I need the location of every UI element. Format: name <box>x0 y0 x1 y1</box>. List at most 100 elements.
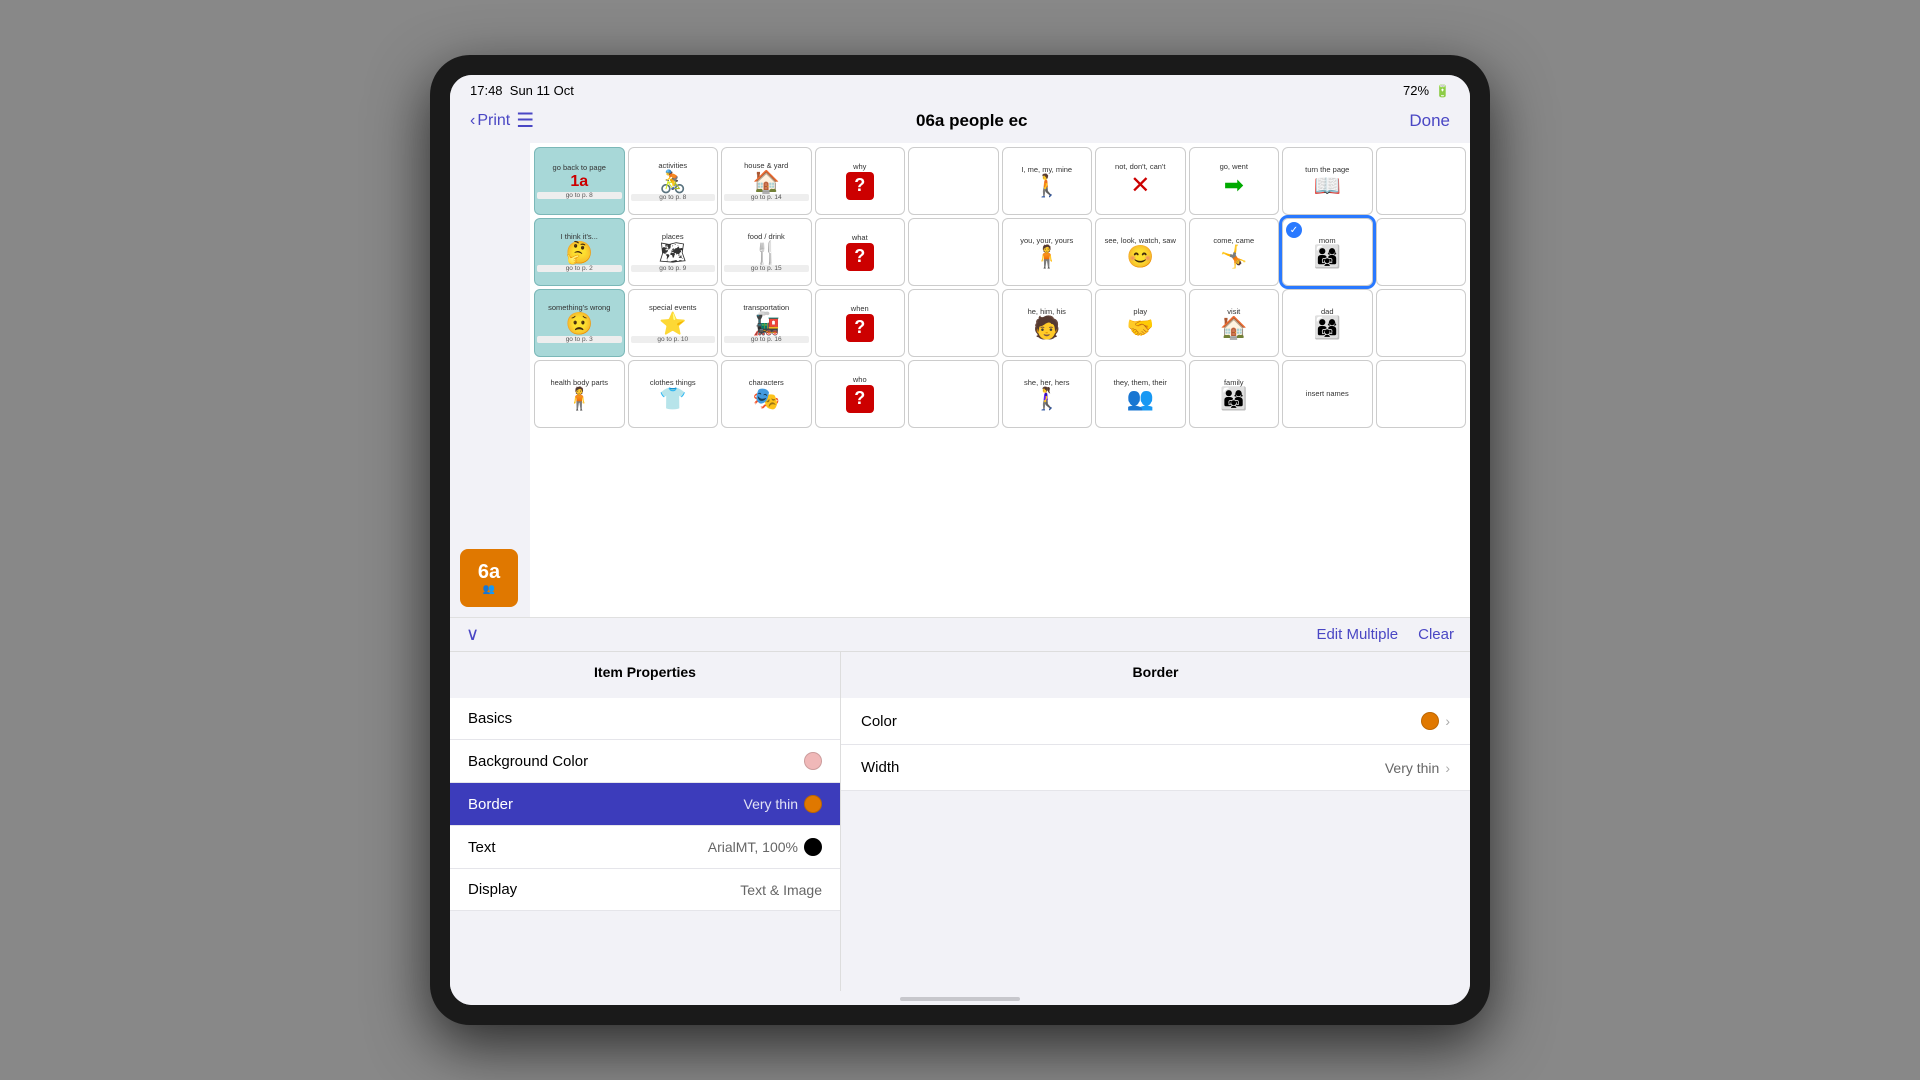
table-row[interactable]: what ? <box>815 218 906 286</box>
prop-background-color[interactable]: Background Color <box>450 740 840 783</box>
table-row[interactable]: come, came 🤸 <box>1189 218 1280 286</box>
prop-border-value: Very thin <box>744 795 822 813</box>
table-row[interactable]: he, him, his 🧑 <box>1002 289 1093 357</box>
table-row[interactable] <box>1376 289 1467 357</box>
battery-label: 72% <box>1403 83 1429 98</box>
tablet-screen: 17:48 Sun 11 Oct 72% 🔋 ‹ Print ☰ 06a peo… <box>450 75 1470 1005</box>
table-row[interactable] <box>908 218 999 286</box>
prop-display-value: Text & Image <box>740 882 822 898</box>
prop-basics[interactable]: Basics <box>450 698 840 740</box>
table-row[interactable]: why ? <box>815 147 906 215</box>
item-properties-panel: Item Properties Basics Background Color <box>450 652 840 991</box>
prop-display[interactable]: Display Text & Image <box>450 869 840 911</box>
prop-text-label: Text <box>468 839 496 856</box>
prop-text-value: ArialMT, 100% <box>708 838 822 856</box>
border-color-value: › <box>1421 712 1450 730</box>
table-row[interactable]: special events ⭐ go to p. 10 <box>628 289 719 357</box>
table-row[interactable]: places 🗺 go to p. 9 <box>628 218 719 286</box>
nav-bar: ‹ Print ☰ 06a people ec Done <box>450 102 1470 143</box>
table-row[interactable] <box>1376 218 1467 286</box>
status-right: 72% 🔋 <box>1403 83 1450 98</box>
table-row[interactable] <box>1376 147 1467 215</box>
border-color-label: Color <box>861 713 897 730</box>
prop-border-label: Border <box>468 796 513 813</box>
battery-icon: 🔋 <box>1435 84 1450 98</box>
table-row[interactable]: characters 🎭 <box>721 360 812 428</box>
toolbar-right: Edit Multiple Clear <box>1316 626 1454 643</box>
table-row[interactable] <box>1376 360 1467 428</box>
prop-text[interactable]: Text ArialMT, 100% <box>450 826 840 869</box>
main-content: 6a 👥 go back to page 1a go to p. 8 activ… <box>450 143 1470 1005</box>
grid-area: 6a 👥 go back to page 1a go to p. 8 activ… <box>450 143 1470 617</box>
bg-color-dot <box>804 752 822 770</box>
table-row[interactable]: play 🤝 <box>1095 289 1186 357</box>
table-row[interactable]: transportation 🚂 go to p. 16 <box>721 289 812 357</box>
table-row[interactable]: see, look, watch, saw 😊 <box>1095 218 1186 286</box>
table-row[interactable] <box>908 360 999 428</box>
collapse-button[interactable]: ∨ <box>466 624 479 645</box>
status-time: 17:48 Sun 11 Oct <box>470 83 574 98</box>
cell-6a-sub-icon: 👥 <box>483 584 495 595</box>
menu-button[interactable]: ☰ <box>516 108 534 133</box>
border-panel: Border Color › Width Very thin › <box>841 652 1470 991</box>
table-row[interactable]: when ? <box>815 289 906 357</box>
table-row[interactable] <box>908 147 999 215</box>
table-row[interactable]: food / drink 🍴 go to p. 15 <box>721 218 812 286</box>
prop-bg-value <box>804 752 822 770</box>
table-row[interactable]: they, them, their 👥 <box>1095 360 1186 428</box>
status-bar: 17:48 Sun 11 Oct 72% 🔋 <box>450 75 1470 102</box>
edit-multiple-button[interactable]: Edit Multiple <box>1316 626 1398 643</box>
scroll-indicator <box>450 991 1470 1005</box>
item-properties-title: Item Properties <box>450 652 840 688</box>
chevron-left-icon: ‹ <box>470 112 475 130</box>
table-row[interactable]: visit 🏠 <box>1189 289 1280 357</box>
toolbar-bar: ∨ Edit Multiple Clear <box>450 617 1470 651</box>
table-row[interactable]: go back to page 1a go to p. 8 <box>534 147 625 215</box>
table-row[interactable]: something's wrong 😟 go to p. 3 <box>534 289 625 357</box>
border-width-label: Width <box>861 759 899 776</box>
border-panel-title: Border <box>841 652 1470 688</box>
prop-border[interactable]: Border Very thin <box>450 783 840 826</box>
table-row[interactable]: health body parts 🧍 <box>534 360 625 428</box>
table-row[interactable]: house & yard 🏠 go to p. 14 <box>721 147 812 215</box>
scroll-bar <box>900 997 1020 1001</box>
border-color-row[interactable]: Color › <box>841 698 1470 745</box>
page-title: 06a people ec <box>916 111 1028 131</box>
table-row[interactable]: mom ✓ 👨‍👩‍👧 <box>1282 218 1373 286</box>
back-label: Print <box>477 112 510 130</box>
table-row[interactable] <box>908 289 999 357</box>
clear-button[interactable]: Clear <box>1418 626 1454 643</box>
prop-bg-label: Background Color <box>468 753 588 770</box>
table-row[interactable]: go, went ➡ <box>1189 147 1280 215</box>
chevron-right-icon: › <box>1445 713 1450 729</box>
table-row[interactable]: dad 👨‍👩‍👧 <box>1282 289 1373 357</box>
table-row[interactable]: activities 🚴 go to p. 8 <box>628 147 719 215</box>
table-row[interactable]: you, your, yours 🧍 <box>1002 218 1093 286</box>
done-button[interactable]: Done <box>1409 111 1450 131</box>
table-row[interactable]: family 👨‍👩‍👧 <box>1189 360 1280 428</box>
border-color-dot <box>804 795 822 813</box>
table-row[interactable]: insert names <box>1282 360 1373 428</box>
table-row[interactable]: turn the page 📖 <box>1282 147 1373 215</box>
table-row[interactable]: clothes things 👕 <box>628 360 719 428</box>
border-width-value: Very thin › <box>1385 760 1450 776</box>
table-row[interactable]: I, me, my, mine 🚶 <box>1002 147 1093 215</box>
text-color-dot <box>804 838 822 856</box>
prop-display-label: Display <box>468 881 517 898</box>
prop-basics-label: Basics <box>468 710 512 727</box>
table-row[interactable]: I think it's... 🤔 go to p. 2 <box>534 218 625 286</box>
border-width-row[interactable]: Width Very thin › <box>841 745 1470 791</box>
table-row[interactable]: she, her, hers 🚶‍♀️ <box>1002 360 1093 428</box>
border-color-indicator <box>1421 712 1439 730</box>
symbols-grid: go back to page 1a go to p. 8 activities… <box>530 143 1470 617</box>
table-row[interactable]: who ? <box>815 360 906 428</box>
tablet-shell: 17:48 Sun 11 Oct 72% 🔋 ‹ Print ☰ 06a peo… <box>430 55 1490 1025</box>
width-chevron-right-icon: › <box>1445 760 1450 776</box>
left-panel: 6a 👥 <box>450 143 530 617</box>
cell-6a[interactable]: 6a 👥 <box>460 549 518 607</box>
table-row[interactable]: not, don't, can't ✕ <box>1095 147 1186 215</box>
back-button[interactable]: ‹ Print <box>470 112 510 130</box>
nav-left: ‹ Print ☰ <box>470 108 534 133</box>
props-list: Basics Background Color Border <box>450 688 840 991</box>
bottom-section: Item Properties Basics Background Color <box>450 651 1470 991</box>
